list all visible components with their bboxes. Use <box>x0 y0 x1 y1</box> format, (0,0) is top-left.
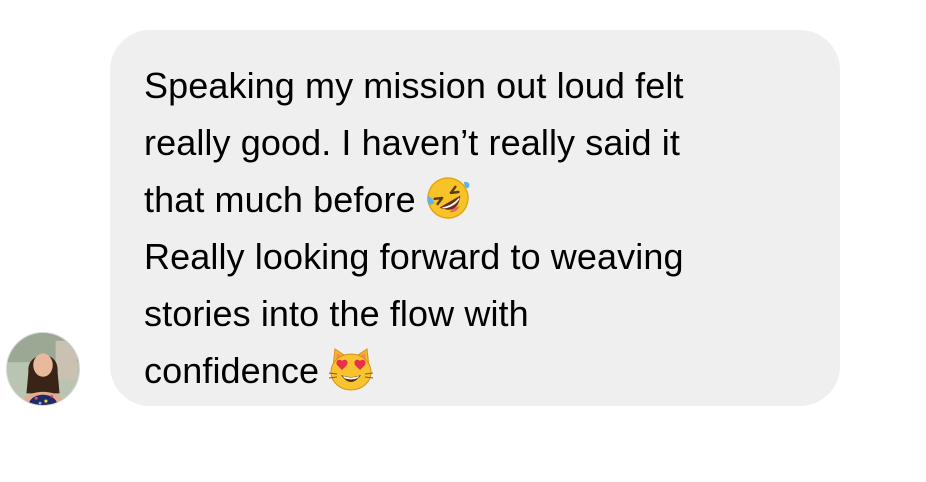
message-text: Speaking my mission out loud felt <box>144 65 684 106</box>
message-bubble[interactable]: Speaking my mission out loud felt really… <box>110 30 840 406</box>
message-text: confidence <box>144 350 320 391</box>
message-line: Really looking forward to weaving <box>144 228 820 285</box>
message-line: Speaking my mission out loud felt <box>144 57 820 114</box>
message-text: really good. I haven’t really said it <box>144 122 680 163</box>
message-text: stories into the flow with <box>144 293 529 334</box>
sender-avatar[interactable] <box>6 332 80 406</box>
message-text: that much before <box>144 179 416 220</box>
message-text: Really looking forward to weaving <box>144 236 684 277</box>
message-line: that much before <box>144 171 820 228</box>
profile-avatar-icon <box>7 333 79 405</box>
message-line: really good. I haven’t really said it <box>144 114 820 171</box>
message-line: confidence <box>144 342 820 399</box>
heart-eyes-cat-emoji-icon <box>327 345 375 393</box>
message-line: stories into the flow with <box>144 285 820 342</box>
rolling-on-floor-laughing-emoji-icon <box>424 174 472 222</box>
